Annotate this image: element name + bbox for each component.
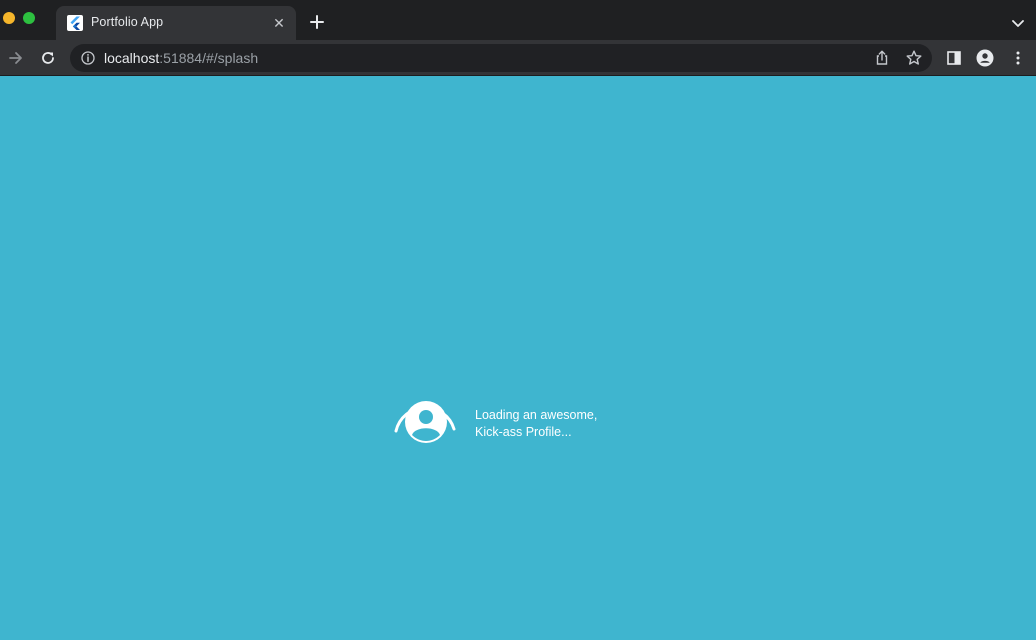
chevron-down-icon: [1012, 20, 1024, 27]
plus-icon: [310, 15, 324, 29]
reload-button[interactable]: [38, 48, 58, 68]
tab-title: Portfolio App: [91, 15, 164, 29]
account-circle-icon: [392, 391, 458, 447]
toolbar: localhost:51884/#/splash: [0, 40, 1036, 76]
url-path: :51884/#/splash: [159, 50, 259, 66]
minimize-window-button[interactable]: [3, 12, 15, 24]
profile-button[interactable]: [976, 49, 994, 67]
flutter-favicon-icon: [67, 15, 83, 31]
side-panel-icon: [947, 51, 961, 65]
menu-button[interactable]: [1009, 49, 1027, 67]
address-bar[interactable]: localhost:51884/#/splash: [70, 44, 932, 72]
splash-message: Loading an awesome, Kick-ass Profile...: [475, 407, 597, 441]
tab-close-icon[interactable]: ✕: [270, 14, 288, 32]
profile-icon: [976, 49, 994, 67]
tab-search-button[interactable]: [1008, 13, 1028, 33]
reload-icon: [42, 52, 54, 64]
maximize-window-button[interactable]: [23, 12, 35, 24]
tab-portfolio-app[interactable]: Portfolio App ✕: [56, 6, 296, 40]
bookmark-button[interactable]: [905, 49, 923, 67]
more-vert-icon: [1016, 51, 1020, 65]
url-host: localhost: [104, 50, 160, 66]
splash-loader: Loading an awesome, Kick-ass Profile...: [392, 391, 652, 447]
share-button[interactable]: [873, 49, 891, 67]
splash-line-2: Kick-ass Profile...: [475, 425, 572, 439]
page-content: Loading an awesome, Kick-ass Profile...: [0, 77, 1036, 640]
info-icon[interactable]: [80, 50, 96, 66]
url-text[interactable]: localhost:51884/#/splash: [104, 50, 258, 66]
side-panel-button[interactable]: [945, 49, 963, 67]
star-icon: [906, 50, 922, 65]
browser-chrome: Portfolio App ✕ localhost:51884/#/splash: [0, 0, 1036, 76]
tab-strip: Portfolio App ✕: [0, 0, 1036, 40]
arrow-forward-icon: [9, 52, 22, 64]
new-tab-button[interactable]: [307, 12, 327, 32]
forward-button[interactable]: [6, 48, 26, 68]
share-icon: [876, 50, 888, 65]
splash-line-1: Loading an awesome,: [475, 408, 598, 422]
